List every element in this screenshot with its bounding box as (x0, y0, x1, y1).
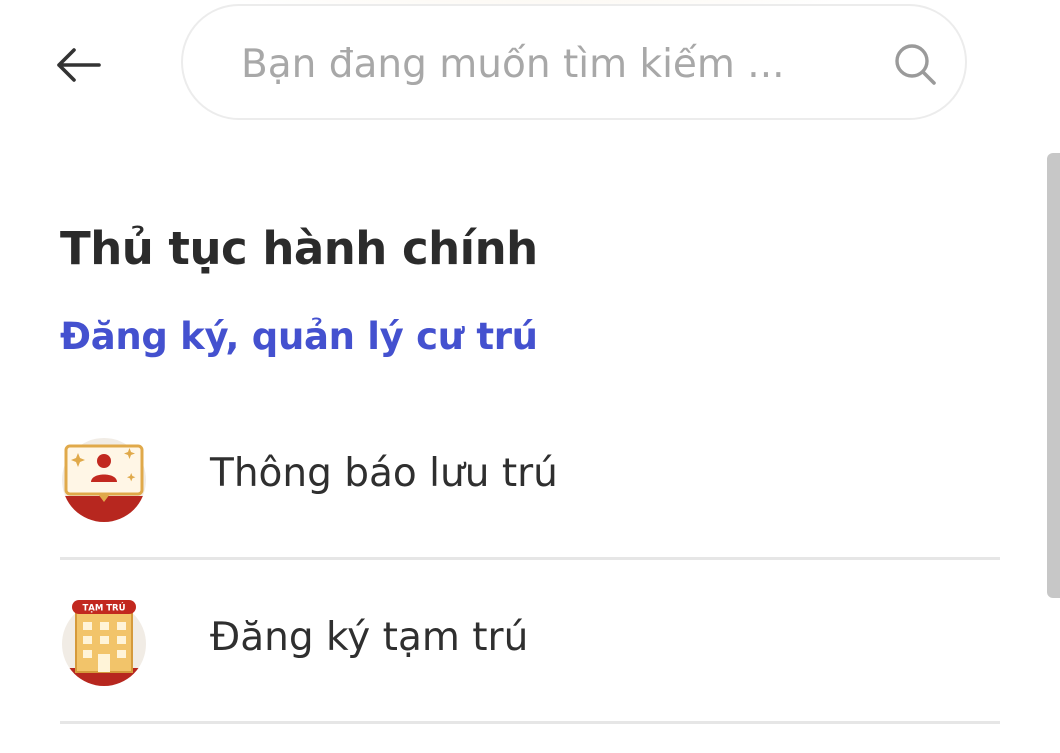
arrow-left-icon (57, 48, 101, 82)
scrollbar[interactable] (1047, 153, 1060, 598)
back-button[interactable] (50, 40, 106, 90)
search-bar[interactable] (181, 4, 967, 120)
search-page: Thủ tục hành chính Đăng ký, quản lý cư t… (0, 0, 1060, 753)
list-item-residence-notice[interactable]: Thông báo lưu trú (60, 396, 1000, 560)
icon-caption: TẠM TRÚ (82, 602, 125, 614)
category-title[interactable]: Đăng ký, quản lý cư trú (60, 315, 538, 358)
search-icon[interactable] (891, 40, 939, 88)
residence-notice-icon (62, 438, 146, 522)
divider (60, 721, 1000, 724)
item-label: Thông báo lưu trú (210, 451, 558, 496)
section-title: Thủ tục hành chính (60, 222, 538, 275)
item-label: Đăng ký tạm trú (210, 615, 529, 660)
temporary-residence-icon: TẠM TRÚ (62, 600, 146, 686)
search-input[interactable] (241, 36, 861, 92)
list-item-temporary-residence[interactable]: TẠM TRÚ Đăng ký tạm trú (60, 560, 1000, 724)
